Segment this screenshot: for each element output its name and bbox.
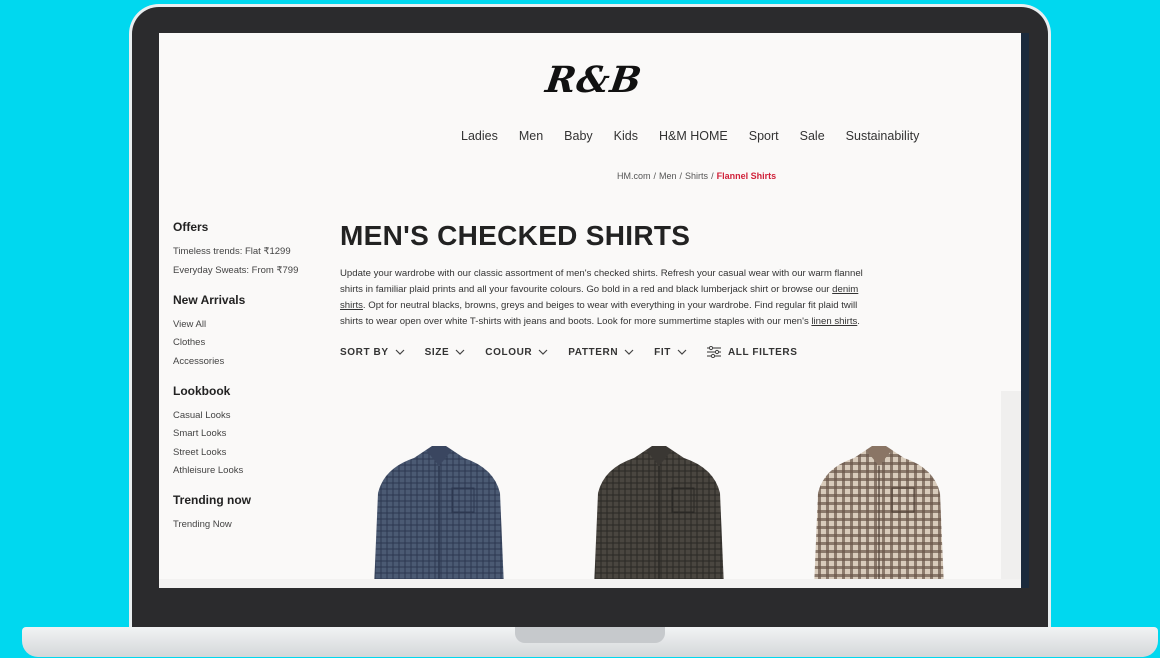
nav-sport[interactable]: Sport [749, 129, 779, 143]
filter-sliders-icon [706, 346, 721, 358]
sidebar-link[interactable]: Casual Looks [173, 410, 323, 421]
shirt-image [374, 446, 504, 588]
pattern-dropdown[interactable]: PATTERN [568, 347, 634, 358]
sidebar-heading: Trending now [173, 493, 251, 507]
chevron-down-icon [538, 349, 548, 355]
laptop-notch [515, 627, 665, 643]
brand-logo[interactable]: R&B [159, 59, 1029, 101]
sidebar: Offers Timeless trends: Flat ₹1299 Every… [173, 220, 323, 547]
chevron-down-icon [677, 349, 687, 355]
all-filters-button[interactable]: ALL FILTERS [706, 346, 798, 358]
shirt-image [814, 446, 944, 588]
sidebar-group-trending: Trending now Trending Now [173, 493, 323, 530]
sidebar-heading: New Arrivals [173, 292, 246, 307]
nav-ladies[interactable]: Ladies [461, 129, 498, 143]
sidebar-group-new-arrivals: New Arrivals View All Clothes Accessorie… [173, 293, 323, 367]
sidebar-link[interactable]: Clothes [173, 337, 323, 348]
sidebar-group-offers: Offers Timeless trends: Flat ₹1299 Every… [173, 220, 323, 276]
main-nav: Ladies Men Baby Kids H&M HOME Sport Sale… [461, 129, 940, 143]
sidebar-heading: Offers [173, 220, 209, 234]
nav-baby[interactable]: Baby [564, 129, 593, 143]
colour-dropdown[interactable]: COLOUR [485, 347, 548, 358]
sidebar-link[interactable]: Athleisure Looks [173, 465, 323, 476]
sidebar-link[interactable]: Trending Now [173, 519, 323, 530]
breadcrumb-shirts[interactable]: Shirts [685, 171, 708, 181]
linen-shirts-link[interactable]: linen shirts [811, 316, 857, 327]
sidebar-group-lookbook: Lookbook Casual Looks Smart Looks Street… [173, 384, 323, 477]
sidebar-link[interactable]: Everyday Sweats: From ₹799 [173, 265, 323, 276]
category-description: Update your wardrobe with our classic as… [340, 268, 863, 327]
page-bottom-edge [159, 579, 1029, 588]
sort-by-dropdown[interactable]: SORT BY [340, 347, 405, 358]
sidebar-link[interactable]: Accessories [173, 356, 323, 367]
breadcrumb-current: Flannel Shirts [716, 171, 777, 181]
product-grid [354, 438, 994, 588]
chevron-down-icon [624, 349, 634, 355]
nav-sale[interactable]: Sale [800, 129, 825, 143]
product-card[interactable] [574, 438, 744, 588]
page-scrollbar[interactable] [1001, 391, 1021, 581]
sidebar-link[interactable]: View All [173, 319, 323, 330]
nav-men[interactable]: Men [519, 129, 543, 143]
chevron-down-icon [395, 349, 405, 355]
main-content: MEN'S CHECKED SHIRTS Update your wardrob… [340, 220, 880, 330]
screen-edge [1021, 33, 1029, 588]
breadcrumb-home[interactable]: HM.com [617, 171, 651, 181]
product-card[interactable] [354, 438, 524, 588]
filter-bar: SORT BY SIZE COLOUR PATTERN FIT ALL FILT… [340, 346, 818, 358]
browser-screen: R&B Ladies Men Baby Kids H&M HOME Sport … [159, 33, 1029, 588]
page-title: MEN'S CHECKED SHIRTS [340, 220, 691, 251]
size-dropdown[interactable]: SIZE [425, 347, 466, 358]
fit-dropdown[interactable]: FIT [654, 347, 687, 358]
chevron-down-icon [455, 349, 465, 355]
sidebar-link[interactable]: Street Looks [173, 447, 323, 458]
nav-sustainability[interactable]: Sustainability [846, 129, 920, 143]
product-card[interactable] [794, 438, 964, 588]
breadcrumb-men[interactable]: Men [659, 171, 677, 181]
shirt-image [594, 446, 724, 588]
nav-home[interactable]: H&M HOME [659, 129, 728, 143]
breadcrumb: HM.com / Men / Shirts / Flannel Shirts [617, 171, 777, 181]
sidebar-link[interactable]: Smart Looks [173, 428, 323, 439]
nav-kids[interactable]: Kids [614, 129, 638, 143]
sidebar-heading: Lookbook [173, 383, 231, 398]
sidebar-link[interactable]: Timeless trends: Flat ₹1299 [173, 246, 323, 257]
